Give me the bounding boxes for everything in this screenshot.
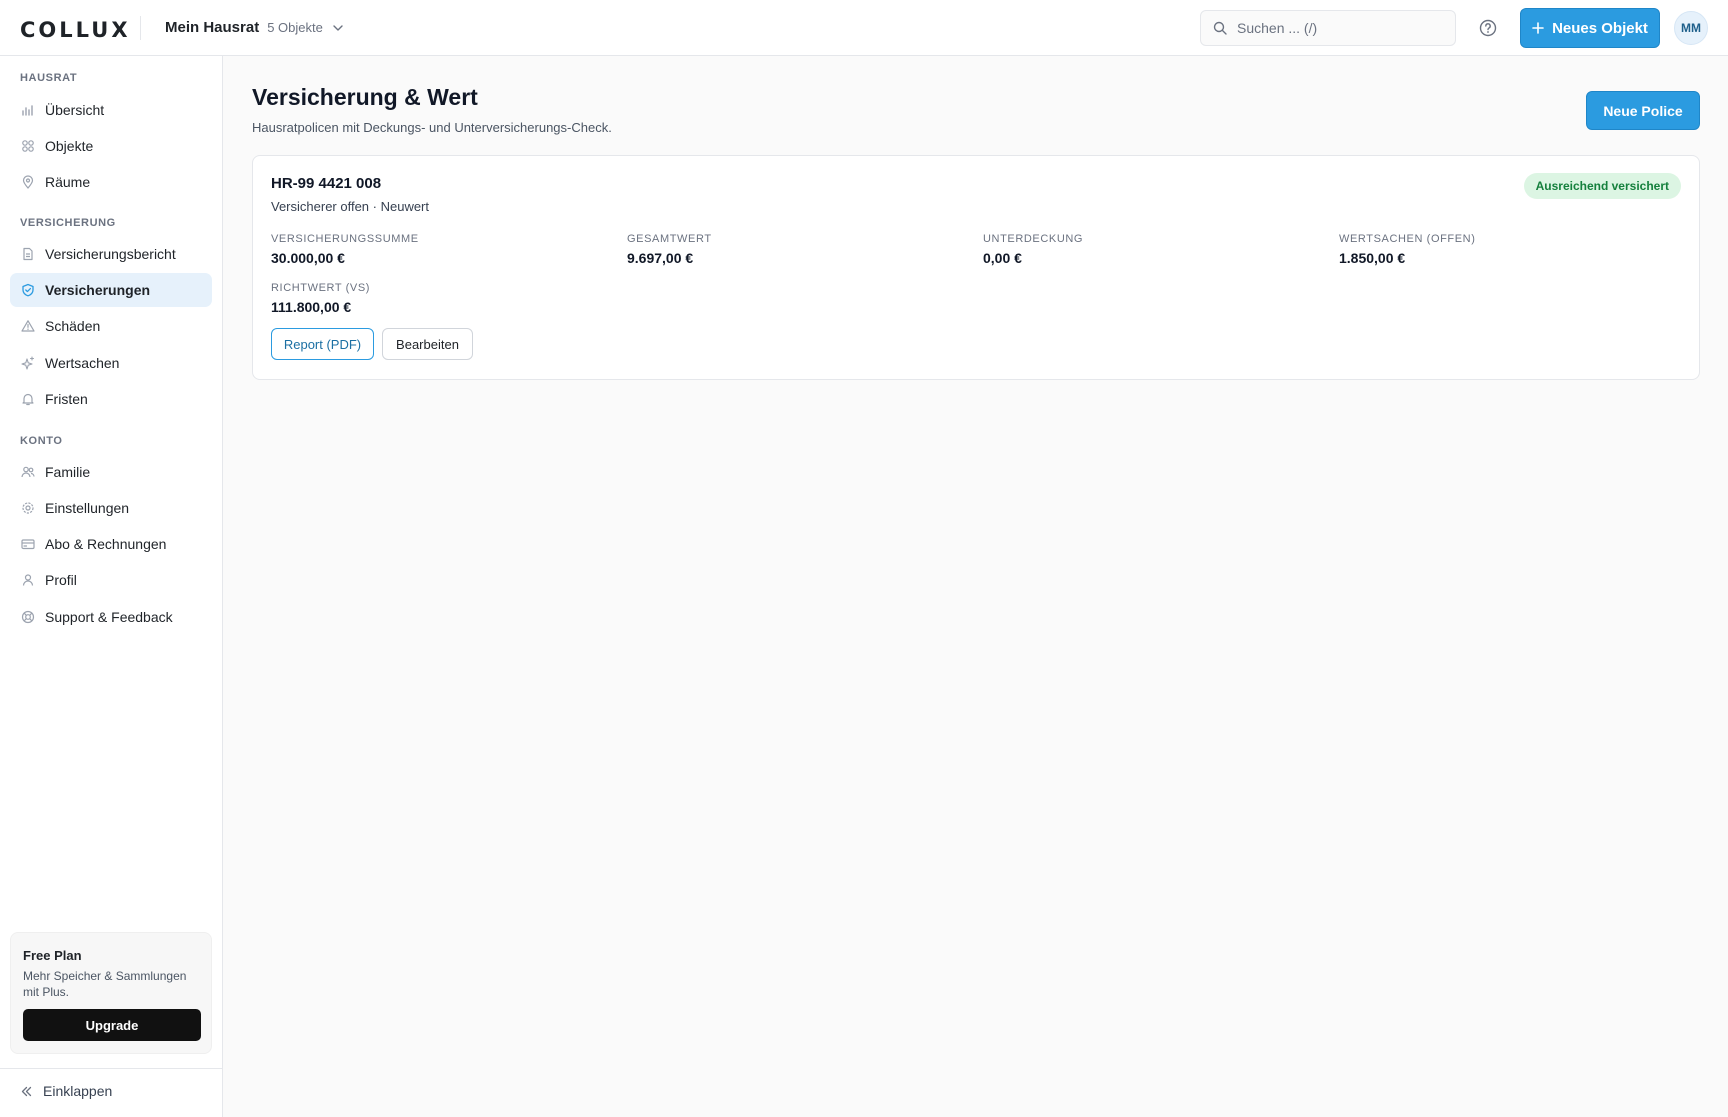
- report-pdf-button[interactable]: Report (PDF): [271, 328, 374, 360]
- sidebar-item-familie[interactable]: Familie: [10, 455, 212, 489]
- upgrade-button[interactable]: Upgrade: [23, 1009, 201, 1041]
- sidebar-item-label: Profil: [45, 572, 77, 588]
- new-object-label: Neues Objekt: [1552, 19, 1648, 37]
- section-title-konto: KONTO: [20, 435, 63, 447]
- sidebar-item-schaeden[interactable]: Schäden: [10, 309, 212, 343]
- divider: [0, 1068, 222, 1069]
- stat-value: 9.697,00 €: [627, 250, 694, 266]
- page-subtitle: Hausratpolicen mit Deckungs- und Unterve…: [252, 120, 612, 135]
- policy-number: HR-99 4421 008: [271, 175, 382, 192]
- workspace-object-count: 5 Objekte: [267, 20, 323, 35]
- sidebar-item-profil[interactable]: Profil: [10, 563, 212, 597]
- policy-meta: Versicherer offen · Neuwert: [271, 199, 429, 214]
- bar-chart-icon: [22, 105, 33, 116]
- policy-card: HR-99 4421 008 Versicherer offen · Neuwe…: [252, 155, 1700, 380]
- stat-value: 111.800,00 €: [271, 299, 352, 315]
- edit-button[interactable]: Bearbeiten: [382, 328, 473, 360]
- stat-unterdeckung: UNTERDECKUNG 0,00 €: [983, 233, 1083, 266]
- plus-icon: [1532, 22, 1544, 34]
- plan-card: Free Plan Mehr Speicher & Sammlungen mit…: [10, 932, 212, 1054]
- sidebar-item-einstellungen[interactable]: Einstellungen: [10, 491, 212, 525]
- users-icon: [21, 466, 35, 478]
- status-badge: Ausreichend versichert: [1523, 173, 1681, 199]
- divider: [140, 16, 141, 40]
- section-title-versicherung: VERSICHERUNG: [20, 217, 116, 229]
- map-pin-icon: [22, 175, 34, 189]
- stat-label: RICHTWERT (VS): [271, 282, 371, 294]
- user-icon: [22, 574, 34, 586]
- stat-label: WERTSACHEN (OFFEN): [1339, 233, 1476, 245]
- plan-description: Mehr Speicher & Sammlungen mit Plus.: [23, 969, 187, 999]
- workspace-switcher[interactable]: Mein Hausrat 5 Objekte: [165, 19, 345, 36]
- stat-versicherungssumme: VERSICHERUNGSSUMME 30.000,00 €: [271, 233, 419, 266]
- sidebar-item-label: Schäden: [45, 318, 101, 334]
- stat-label: VERSICHERUNGSSUMME: [271, 233, 419, 245]
- stat-value: 0,00 €: [983, 250, 1022, 266]
- stat-label: UNTERDECKUNG: [983, 233, 1084, 245]
- sidebar-item-abo-rechnungen[interactable]: Abo & Rechnungen: [10, 527, 212, 561]
- sidebar-item-label: Übersicht: [45, 102, 105, 118]
- top-bar: COLLUX Mein Hausrat 5 Objekte Neues Obje…: [0, 0, 1728, 56]
- bell-icon: [22, 393, 34, 406]
- sidebar-item-support-feedback[interactable]: Support & Feedback: [10, 600, 212, 634]
- sidebar-item-label: Familie: [45, 464, 91, 480]
- search-icon: [1213, 21, 1227, 35]
- sidebar-item-label: Support & Feedback: [45, 609, 173, 625]
- settings-icon: [22, 502, 34, 514]
- sparkle-icon: [21, 356, 35, 370]
- search-field[interactable]: [1200, 10, 1456, 46]
- stat-richtwert: RICHTWERT (VS) 111.800,00 €: [271, 282, 370, 315]
- sidebar-item-fristen[interactable]: Fristen: [10, 382, 212, 416]
- sidebar-item-label: Fristen: [45, 391, 88, 407]
- shield-icon: [22, 283, 34, 297]
- sidebar-item-objekte[interactable]: Objekte: [10, 129, 212, 163]
- plan-title: Free Plan: [23, 948, 82, 963]
- avatar[interactable]: MM: [1674, 11, 1708, 45]
- grid-icon: [22, 140, 34, 152]
- stat-value: 30.000,00 €: [271, 250, 345, 266]
- collapse-label: Einklappen: [43, 1083, 113, 1099]
- sidebar-item-label: Objekte: [45, 138, 94, 154]
- sidebar-item-versicherungen[interactable]: Versicherungen: [10, 273, 212, 307]
- sidebar-item-label: Versicherungen: [45, 282, 151, 298]
- sidebar-item-wertsachen[interactable]: Wertsachen: [10, 346, 212, 380]
- new-policy-button[interactable]: Neue Police: [1586, 91, 1700, 130]
- stat-gesamtwert: GESAMTWERT 9.697,00 €: [627, 233, 712, 266]
- lifebuoy-icon: [21, 610, 35, 624]
- warning-icon: [21, 320, 35, 332]
- chevrons-left-icon: [21, 1086, 32, 1096]
- stat-wertsachen-offen: WERTSACHEN (OFFEN) 1.850,00 €: [1339, 233, 1475, 266]
- sidebar-item-label: Abo & Rechnungen: [45, 536, 167, 552]
- stat-value: 1.850,00 €: [1339, 250, 1406, 266]
- chevron-down-icon: [333, 24, 343, 31]
- search-input[interactable]: [1237, 20, 1437, 36]
- workspace-name: Mein Hausrat: [165, 19, 260, 36]
- main-content: Versicherung & Wert Hausratpolicen mit D…: [223, 56, 1728, 1117]
- logo[interactable]: COLLUX: [20, 18, 131, 42]
- document-icon: [23, 247, 33, 261]
- sidebar-item-raeume[interactable]: Räume: [10, 165, 212, 199]
- collapse-sidebar-button[interactable]: Einklappen: [20, 1083, 112, 1099]
- stat-label: GESAMTWERT: [627, 233, 712, 245]
- help-icon[interactable]: [1478, 18, 1498, 38]
- sidebar-item-versicherungsbericht[interactable]: Versicherungsbericht: [10, 237, 212, 271]
- sidebar-item-label: Wertsachen: [45, 355, 120, 371]
- sidebar-item-label: Einstellungen: [45, 500, 130, 516]
- page-title: Versicherung & Wert: [252, 84, 478, 110]
- new-object-button[interactable]: Neues Objekt: [1520, 8, 1660, 48]
- sidebar-item-uebersicht[interactable]: Übersicht: [10, 93, 212, 127]
- sidebar-item-label: Räume: [45, 174, 91, 190]
- section-title-hausrat: HAUSRAT: [20, 72, 78, 84]
- sidebar: HAUSRAT Übersicht Objekte Räume VERSICHE…: [0, 56, 223, 1117]
- credit-card-icon: [21, 539, 35, 550]
- sidebar-item-label: Versicherungsbericht: [45, 246, 176, 262]
